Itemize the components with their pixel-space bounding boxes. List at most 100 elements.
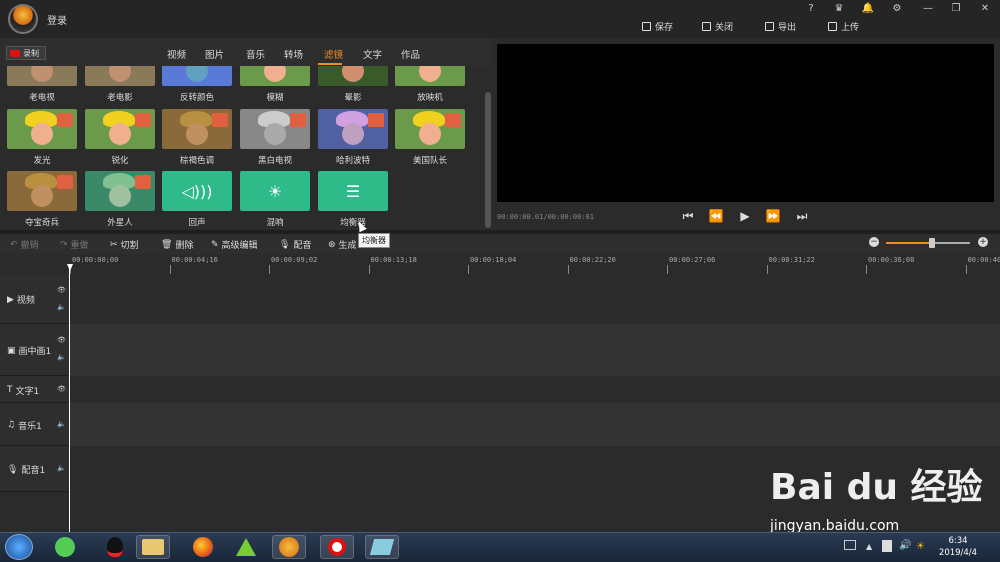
prev-frame-icon[interactable]: ⏪ — [708, 209, 724, 225]
filter-thumb-6[interactable] — [7, 109, 77, 149]
speaker-icon[interactable]: 🔈 — [57, 303, 66, 311]
file-explorer-icon[interactable] — [136, 535, 170, 559]
export-button[interactable]: 导出 — [765, 19, 796, 33]
save-button[interactable]: 保存 — [642, 19, 673, 33]
echo-icon: ◁))) — [181, 181, 213, 201]
app-360-icon[interactable] — [48, 535, 82, 559]
filter-thumb-10[interactable] — [318, 109, 388, 149]
filter-label-11: 美国队长 — [412, 156, 447, 166]
play-icon[interactable]: ▶ — [737, 209, 753, 225]
restore-icon[interactable]: ❐ — [948, 3, 964, 14]
undo-button[interactable]: ↶ 撤销 — [10, 238, 39, 252]
qq-icon[interactable] — [98, 535, 132, 559]
filter-thumb-4[interactable] — [318, 66, 388, 86]
filter-thumb-14[interactable]: ◁))) — [162, 171, 232, 211]
gear-icon[interactable]: ⚙ — [889, 3, 905, 14]
login-link[interactable]: 登录 — [47, 12, 67, 27]
ruler-label-9: 00:00:40; — [967, 256, 1000, 264]
close-icon — [702, 21, 711, 31]
filter-thumb-12[interactable] — [7, 171, 77, 211]
video-editor-taskbar-icon[interactable] — [272, 535, 306, 559]
eye-icon[interactable]: 👁 — [57, 336, 66, 344]
filter-thumb-3[interactable] — [240, 66, 310, 86]
dub-button[interactable]: 🎙 配音 — [279, 238, 311, 252]
tab-3[interactable]: 转场 — [284, 47, 303, 61]
notes-app-icon[interactable] — [365, 535, 399, 559]
tab-1[interactable]: 图片 — [205, 47, 224, 61]
cut-button[interactable]: ✂ 切割 — [110, 238, 139, 252]
vip-icon[interactable]: ♛ — [831, 3, 847, 14]
filter-thumb-9[interactable] — [240, 109, 310, 149]
close-icon[interactable]: ✕ — [977, 3, 993, 14]
minimize-icon[interactable]: — — [920, 3, 936, 14]
timeline-ruler[interactable]: 00:00:00;00 00:00:04;16 00:00:09;02 00:00:1… — [70, 254, 1000, 274]
track-row-3[interactable]: ♫ 音乐1 🔈 — [0, 403, 1000, 446]
firefox-icon[interactable] — [186, 535, 220, 559]
track-row-1[interactable]: ▣ 画中画1 👁 🔈 — [0, 324, 1000, 376]
system-clock[interactable]: 6:34 2019/4/4 — [930, 535, 986, 559]
start-button[interactable] — [5, 534, 33, 560]
filter-label-14: 回声 — [188, 218, 206, 228]
track-header-1: ▣ 画中画1 👁 🔈 — [0, 324, 70, 376]
zoom-in-icon[interactable]: + — [978, 237, 988, 247]
filter-thumb-5[interactable] — [395, 66, 465, 86]
thumb-toy — [57, 113, 73, 127]
speaker-icon[interactable]: 🔈 — [57, 420, 66, 428]
track-row-0[interactable]: ▶ 视频 👁 🔈 — [0, 274, 1000, 324]
save-icon — [642, 21, 651, 31]
filter-thumb-8[interactable] — [162, 109, 232, 149]
skip-end-icon[interactable]: ⏭ — [794, 209, 810, 225]
tray-expand-icon[interactable]: ▲ — [866, 542, 872, 551]
media-app-icon[interactable] — [229, 535, 263, 559]
filter-thumb-0[interactable] — [7, 66, 77, 86]
screen-recorder-icon[interactable] — [320, 535, 354, 559]
speaker-icon[interactable]: 🔈 — [57, 464, 66, 472]
close-button[interactable]: 关闭 — [702, 19, 733, 33]
tab-5[interactable]: 文字 — [363, 47, 382, 61]
tab-6[interactable]: 作品 — [401, 47, 420, 61]
zoom-slider-knob[interactable] — [929, 238, 936, 248]
volume-tray-icon[interactable]: 🔊 — [899, 540, 911, 551]
track-header-0: ▶ 视频 👁 🔈 — [0, 274, 70, 324]
video-track-icon: ▶ — [7, 294, 14, 305]
track-row-2[interactable]: T 文字1 👁 — [0, 376, 1000, 403]
zoom-out-icon[interactable]: − — [869, 237, 879, 247]
next-frame-icon[interactable]: ⏩ — [765, 209, 781, 225]
tab-2[interactable]: 音乐 — [246, 47, 265, 61]
eye-icon[interactable]: 👁 — [57, 286, 66, 294]
skip-start-icon[interactable]: ⏮ — [680, 209, 696, 225]
filter-label-5: 放映机 — [417, 93, 443, 103]
filter-thumb-2[interactable] — [162, 66, 232, 86]
upload-button[interactable]: 上传 — [828, 19, 859, 33]
weather-tray-icon[interactable]: ☀ — [916, 541, 925, 552]
filter-label-7: 锐化 — [111, 156, 129, 166]
track-header-4: 🎙 配音1 🔈 — [0, 446, 70, 492]
tab-0[interactable]: 视频 — [167, 47, 186, 61]
filter-thumb-15[interactable]: ☀ — [240, 171, 310, 211]
app-logo[interactable] — [8, 4, 38, 34]
ruler-tick — [269, 265, 270, 274]
playhead-handle[interactable] — [67, 264, 73, 271]
speaker-icon[interactable]: 🔈 — [57, 353, 66, 361]
library-scrollbar-thumb[interactable] — [485, 92, 491, 228]
eye-icon[interactable]: 👁 — [57, 385, 66, 393]
record-button[interactable]: 录制 — [6, 46, 46, 60]
ruler-label-7: 00:00:31;22 — [768, 256, 815, 264]
filter-thumb-16[interactable]: ☰ — [318, 171, 388, 211]
redo-button[interactable]: ↷ 重做 — [60, 238, 89, 252]
tab-4[interactable]: 滤镜 — [324, 47, 343, 61]
filter-thumb-7[interactable] — [85, 109, 155, 149]
filter-thumb-13[interactable] — [85, 171, 155, 211]
ruler-label-3: 00:00:13;18 — [370, 256, 417, 264]
playhead[interactable] — [69, 264, 70, 532]
help-icon[interactable]: ? — [803, 3, 819, 14]
filter-thumb-11[interactable] — [395, 109, 465, 149]
advanced-edit-button[interactable]: ✎ 高级编辑 — [211, 238, 258, 252]
delete-button[interactable]: 🗑 删除 — [161, 238, 193, 252]
thumb-face — [31, 185, 53, 207]
keyboard-tray-icon[interactable] — [844, 540, 856, 550]
filter-thumb-1[interactable] — [85, 66, 155, 86]
network-tray-icon[interactable] — [882, 540, 892, 552]
generate-button[interactable]: ⊛ 生成 — [328, 238, 357, 252]
bell-icon[interactable]: 🔔 — [860, 3, 876, 14]
